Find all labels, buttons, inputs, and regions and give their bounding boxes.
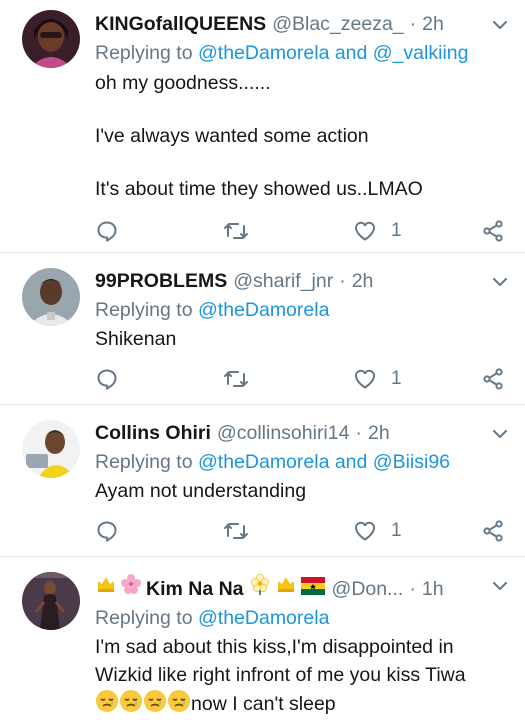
tweet-header: Collins Ohiri @collinsohiri14 · 2h (95, 421, 511, 445)
replying-to: Replying to @theDamorela and @Biisi96 (95, 449, 511, 475)
ghana-flag-icon (300, 577, 325, 601)
display-name[interactable]: Collins Ohiri (95, 421, 211, 445)
like-button[interactable]: 1 (353, 519, 402, 543)
retweet-button[interactable] (223, 519, 249, 543)
retweet-icon (224, 523, 248, 539)
tweet[interactable]: Collins Ohiri @collinsohiri14 · 2h Reply… (0, 405, 525, 557)
chevron-down-icon[interactable] (491, 425, 509, 443)
reply-button[interactable] (95, 519, 119, 543)
like-icon (355, 369, 375, 389)
tweet-actions: 1 (95, 215, 511, 251)
replying-to: Replying to @theDamorela and @_valkiing (95, 40, 511, 66)
tweet-feed: KINGofallQUEENS @Blac_zeeza_ · 2h Replyi… (0, 0, 525, 720)
timestamp[interactable]: 1h (422, 577, 444, 601)
like-button[interactable]: 1 (353, 367, 402, 391)
tweet-actions: 1 (95, 515, 511, 551)
sad-face-emoji-icon (119, 689, 143, 720)
retweet-icon (224, 371, 248, 387)
like-count: 1 (391, 368, 402, 389)
separator-dot: · (409, 13, 417, 35)
reply-icon (97, 521, 117, 542)
chevron-down-icon[interactable] (491, 16, 509, 34)
like-count: 1 (391, 219, 402, 241)
sad-face-emoji-icon (143, 689, 167, 720)
retweet-button[interactable] (223, 219, 249, 243)
user-handle[interactable]: @sharif_jnr (233, 269, 333, 293)
tweet-text: oh my goodness...... I've always wanted … (95, 72, 423, 200)
tweet-actions: 1 (95, 363, 511, 399)
display-name[interactable]: 99PROBLEMS (95, 269, 227, 293)
user-handle[interactable]: @Don... (332, 577, 404, 601)
chevron-down-icon[interactable] (491, 273, 509, 291)
avatar[interactable] (22, 10, 80, 68)
timestamp[interactable]: 2h (368, 421, 390, 445)
tweet-text-line: Wizkid like right infront of me you kiss… (95, 664, 466, 686)
reply-button[interactable] (95, 367, 119, 391)
reply-icon (97, 369, 117, 390)
tweet-text: Shikenan (95, 328, 177, 350)
crown-emoji-icon (95, 573, 117, 601)
tweet-header: Kim Na Na @Don... · 1h (95, 573, 511, 601)
retweet-button[interactable] (223, 367, 249, 391)
like-button[interactable]: 1 (353, 219, 402, 243)
replying-to: Replying to @theDamorela (95, 605, 511, 631)
avatar[interactable] (22, 420, 80, 478)
user-handle[interactable]: @collinsohiri14 (217, 421, 350, 445)
avatar[interactable] (22, 572, 80, 630)
reply-icon (97, 221, 117, 242)
chevron-down-icon[interactable] (491, 577, 509, 595)
like-count: 1 (391, 520, 402, 541)
retweet-icon (224, 222, 248, 239)
share-button[interactable] (481, 219, 505, 243)
reply-mentions[interactable]: @theDamorela and @Biisi96 (198, 451, 450, 473)
tweet-text-line: now I can't sleep (95, 689, 511, 720)
display-name[interactable]: Kim Na Na (146, 577, 244, 601)
reply-mentions[interactable]: @theDamorela (198, 299, 329, 321)
tweet[interactable]: 99PROBLEMS @sharif_jnr · 2h Replying to … (0, 253, 525, 405)
cherry-blossom-emoji-icon (120, 573, 142, 601)
timestamp[interactable]: 2h (422, 12, 444, 36)
tweet-text: Ayam not understanding (95, 480, 307, 502)
reply-mentions[interactable]: @theDamorela and @_valkiing (198, 42, 468, 64)
replying-to-label: Replying to (95, 607, 193, 629)
share-button[interactable] (481, 519, 505, 543)
blossom-emoji-icon (249, 573, 271, 601)
timestamp[interactable]: 2h (352, 269, 374, 293)
crown-emoji-icon (275, 573, 297, 601)
display-name[interactable]: KINGofallQUEENS (95, 12, 266, 36)
avatar[interactable] (22, 268, 80, 326)
tweet-text-tail: now I can't sleep (191, 693, 336, 715)
like-icon (355, 221, 375, 240)
tweet-header: KINGofallQUEENS @Blac_zeeza_ · 2h (95, 12, 511, 36)
share-icon (483, 219, 503, 242)
sad-face-emoji-icon (95, 689, 119, 720)
replying-to-label: Replying to (95, 451, 193, 473)
replying-to: Replying to @theDamorela (95, 297, 511, 323)
sad-face-emoji-icon (167, 689, 191, 720)
share-icon (483, 368, 503, 390)
replying-to-label: Replying to (95, 42, 193, 64)
reply-button[interactable] (95, 219, 119, 243)
user-handle[interactable]: @Blac_zeeza_ (272, 12, 403, 36)
tweet-text: I'm sad about this kiss,I'm disappointed… (95, 633, 511, 720)
tweet[interactable]: Kim Na Na @Don... · 1h Replying to @theD… (0, 557, 525, 720)
tweet-header: 99PROBLEMS @sharif_jnr · 2h (95, 269, 511, 293)
tweet[interactable]: KINGofallQUEENS @Blac_zeeza_ · 2h Replyi… (0, 0, 525, 253)
share-icon (483, 520, 503, 542)
separator-dot: · (409, 578, 416, 600)
reply-mentions[interactable]: @theDamorela (198, 607, 329, 629)
like-icon (355, 521, 375, 541)
replying-to-label: Replying to (95, 299, 193, 321)
share-button[interactable] (481, 367, 505, 391)
tweet-text-line: I'm sad about this kiss,I'm disappointed… (95, 636, 454, 658)
separator-dot: · (339, 270, 346, 292)
separator-dot: · (355, 422, 362, 444)
